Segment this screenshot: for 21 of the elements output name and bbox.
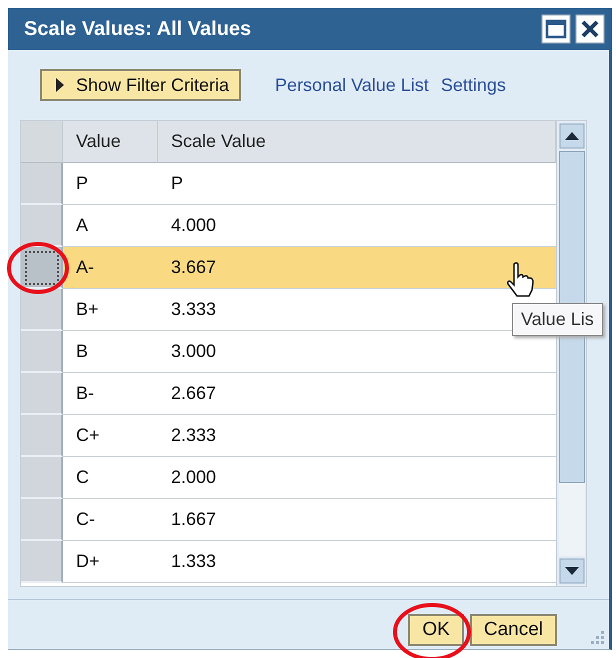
dialog-button[interactable]: Cancel <box>470 614 557 646</box>
row-selector[interactable] <box>21 205 63 247</box>
annotation-circle <box>6 241 70 295</box>
maximize-icon[interactable] <box>541 14 571 44</box>
toolbar-link[interactable]: Personal Value List <box>275 74 429 96</box>
triangle-icon <box>56 78 64 92</box>
table-cell: 3.667 <box>158 247 556 289</box>
show-filter-button[interactable]: Show Filter Criteria <box>40 69 242 101</box>
close-icon[interactable] <box>575 14 605 44</box>
tooltip: Value Lis <box>512 303 603 336</box>
window-title: Scale Values: All Values <box>24 18 252 40</box>
scroll-up-icon[interactable] <box>558 123 584 149</box>
toolbar-link[interactable]: Settings <box>440 74 506 96</box>
dialog-button[interactable]: OK <box>408 614 464 646</box>
column-header[interactable]: Value <box>63 121 158 163</box>
column-header[interactable]: Scale Value <box>158 121 556 163</box>
row-selector[interactable] <box>21 247 63 289</box>
row-selector[interactable] <box>21 289 63 331</box>
table-cell: A- <box>63 247 158 289</box>
header-corner[interactable] <box>21 121 63 163</box>
scroll-down-icon[interactable] <box>558 558 584 584</box>
